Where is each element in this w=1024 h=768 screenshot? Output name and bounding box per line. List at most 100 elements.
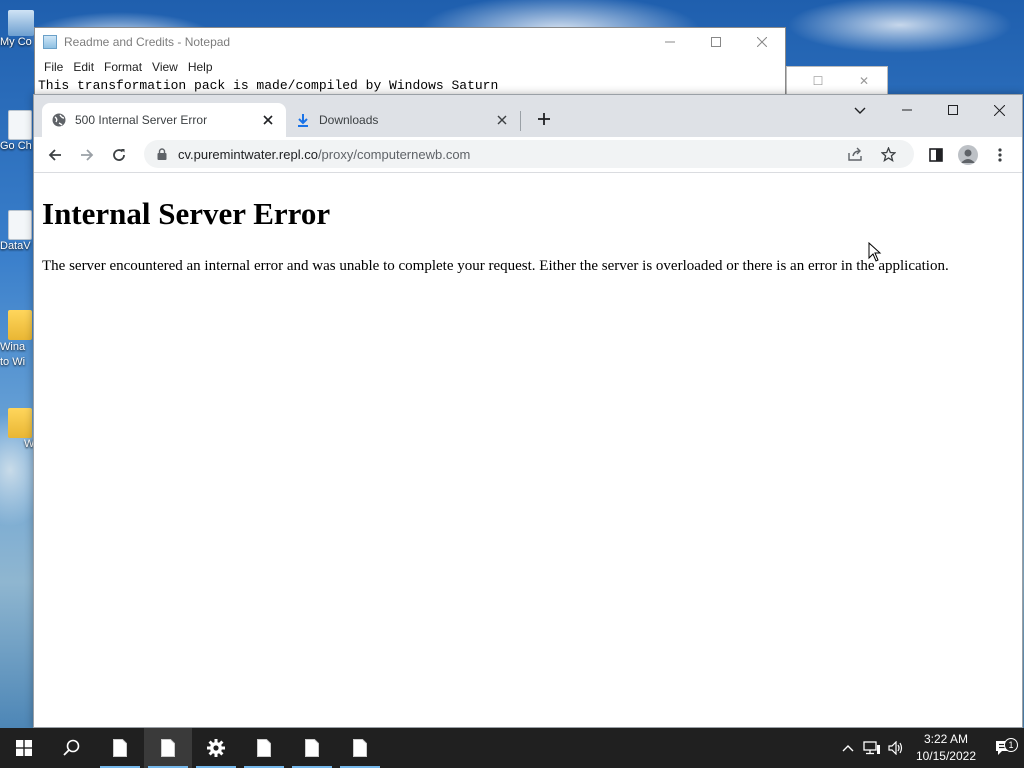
plus-icon bbox=[538, 113, 550, 125]
taskbar-app-2[interactable] bbox=[144, 728, 192, 768]
browser-toolbar: cv.puremintwater.repl.co/proxy/computern… bbox=[34, 137, 1022, 173]
search-button[interactable] bbox=[48, 728, 96, 768]
tab-label: 500 Internal Server Error bbox=[75, 113, 208, 127]
tab-label: Downloads bbox=[319, 113, 379, 127]
url-path: /proxy/computernewb.com bbox=[317, 146, 471, 162]
show-hidden-icons-button[interactable] bbox=[836, 744, 860, 752]
more-vert-icon bbox=[998, 148, 1002, 162]
taskbar-app-3[interactable] bbox=[240, 728, 288, 768]
close-icon bbox=[497, 115, 507, 125]
arrow-left-icon bbox=[48, 148, 61, 161]
back-button[interactable] bbox=[39, 139, 71, 171]
minimize-icon bbox=[665, 41, 675, 43]
desktop-icon-label: DataV bbox=[0, 240, 31, 252]
action-center-button[interactable]: 1 bbox=[984, 738, 1024, 756]
start-button[interactable] bbox=[0, 728, 48, 768]
volume-button[interactable] bbox=[884, 741, 908, 755]
tab-internal-server-error[interactable]: 500 Internal Server Error bbox=[42, 103, 286, 137]
url-host: cv.puremintwater.repl.co bbox=[178, 146, 318, 162]
close-icon bbox=[263, 115, 273, 125]
tab-strip: 500 Internal Server Error Downloads bbox=[34, 95, 1022, 137]
gear-icon bbox=[207, 739, 225, 757]
tab-close-button[interactable] bbox=[260, 112, 276, 128]
lock-icon[interactable] bbox=[154, 148, 170, 160]
new-tab-button[interactable] bbox=[532, 107, 556, 131]
file-icon bbox=[161, 739, 175, 757]
avatar-icon bbox=[958, 145, 978, 165]
side-panel-button[interactable] bbox=[920, 139, 952, 171]
close-icon[interactable]: ✕ bbox=[841, 74, 887, 88]
desktop-icon-label: W bbox=[24, 438, 34, 450]
forward-button[interactable] bbox=[71, 139, 103, 171]
folder-icon bbox=[8, 310, 32, 340]
file-icon bbox=[353, 739, 367, 757]
file-icon bbox=[257, 739, 271, 757]
maximize-button[interactable] bbox=[693, 28, 739, 56]
tab-close-button[interactable] bbox=[494, 112, 510, 128]
download-icon bbox=[296, 113, 310, 127]
network-button[interactable] bbox=[860, 741, 884, 755]
search-icon bbox=[63, 739, 80, 756]
star-icon bbox=[880, 146, 896, 162]
maximize-icon[interactable]: ☐ bbox=[795, 74, 841, 88]
page-title: Internal Server Error bbox=[42, 196, 331, 231]
desktop-icon-label: My Co bbox=[0, 36, 32, 48]
menu-format[interactable]: Format bbox=[99, 60, 147, 74]
menu-help[interactable]: Help bbox=[183, 60, 218, 74]
taskbar-settings[interactable] bbox=[192, 728, 240, 768]
shortcut-icon bbox=[8, 210, 32, 240]
minimize-button[interactable] bbox=[647, 28, 693, 56]
folder-icon bbox=[8, 408, 32, 438]
tab-downloads[interactable]: Downloads bbox=[286, 103, 520, 137]
file-icon bbox=[113, 739, 127, 757]
menu-file[interactable]: File bbox=[39, 60, 68, 74]
desktop-icon-folder[interactable]: Wina to Wi bbox=[0, 310, 34, 370]
menu-view[interactable]: View bbox=[147, 60, 183, 74]
speaker-icon bbox=[888, 741, 903, 755]
taskbar-app-5[interactable] bbox=[336, 728, 384, 768]
close-button[interactable] bbox=[739, 28, 785, 56]
taskbar-app-1[interactable] bbox=[96, 728, 144, 768]
shortcut-icon bbox=[8, 110, 32, 140]
taskbar-app-4[interactable] bbox=[288, 728, 336, 768]
toolbar-right-group bbox=[920, 139, 1016, 171]
minimize-icon bbox=[902, 109, 912, 111]
file-icon bbox=[305, 739, 319, 757]
desktop-icon-my-computer[interactable]: My Co bbox=[0, 10, 34, 48]
notepad-window: Readme and Credits - Notepad File Edit F… bbox=[34, 27, 786, 97]
desktop-icon-folder-2[interactable]: W bbox=[0, 408, 34, 450]
reload-icon bbox=[113, 148, 125, 161]
reload-button[interactable] bbox=[103, 139, 135, 171]
profile-button[interactable] bbox=[952, 139, 984, 171]
menu-edit[interactable]: Edit bbox=[68, 60, 99, 74]
url-text[interactable]: cv.puremintwater.repl.co/proxy/computern… bbox=[178, 147, 914, 162]
network-icon bbox=[863, 741, 880, 755]
maximize-button[interactable] bbox=[930, 95, 976, 125]
chevron-up-icon bbox=[842, 745, 854, 752]
desktop-icon-google-chrome[interactable]: Go Ch bbox=[0, 110, 34, 152]
globe-icon bbox=[52, 113, 66, 127]
tab-separator bbox=[520, 111, 521, 131]
minimize-button[interactable] bbox=[884, 95, 930, 125]
bookmark-button[interactable] bbox=[872, 140, 904, 168]
address-bar[interactable]: cv.puremintwater.repl.co/proxy/computern… bbox=[144, 140, 914, 168]
notepad-icon bbox=[43, 35, 57, 49]
system-tray: 3:22 AM 10/15/2022 1 bbox=[836, 728, 1024, 768]
share-button[interactable] bbox=[840, 140, 872, 168]
desktop-icon-datav[interactable]: DataV bbox=[0, 210, 34, 252]
background-window: ☐ ✕ bbox=[786, 66, 888, 96]
clock-time: 3:22 AM bbox=[923, 732, 968, 746]
notepad-titlebar[interactable]: Readme and Credits - Notepad bbox=[35, 28, 785, 56]
close-button[interactable] bbox=[976, 95, 1022, 125]
browser-window: 500 Internal Server Error Downloads cv.p… bbox=[33, 94, 1023, 728]
clock[interactable]: 3:22 AM 10/15/2022 bbox=[908, 731, 984, 765]
arrow-right-icon bbox=[81, 148, 94, 161]
chevron-down-icon bbox=[854, 107, 866, 114]
tab-search-button[interactable] bbox=[848, 99, 872, 123]
close-icon bbox=[993, 104, 1005, 116]
notepad-text-area[interactable]: This transformation pack is made/compile… bbox=[35, 78, 785, 93]
notification-count-badge: 1 bbox=[1004, 738, 1018, 752]
menu-button[interactable] bbox=[984, 139, 1016, 171]
monitor-icon bbox=[8, 10, 34, 36]
side-panel-icon bbox=[929, 148, 943, 162]
